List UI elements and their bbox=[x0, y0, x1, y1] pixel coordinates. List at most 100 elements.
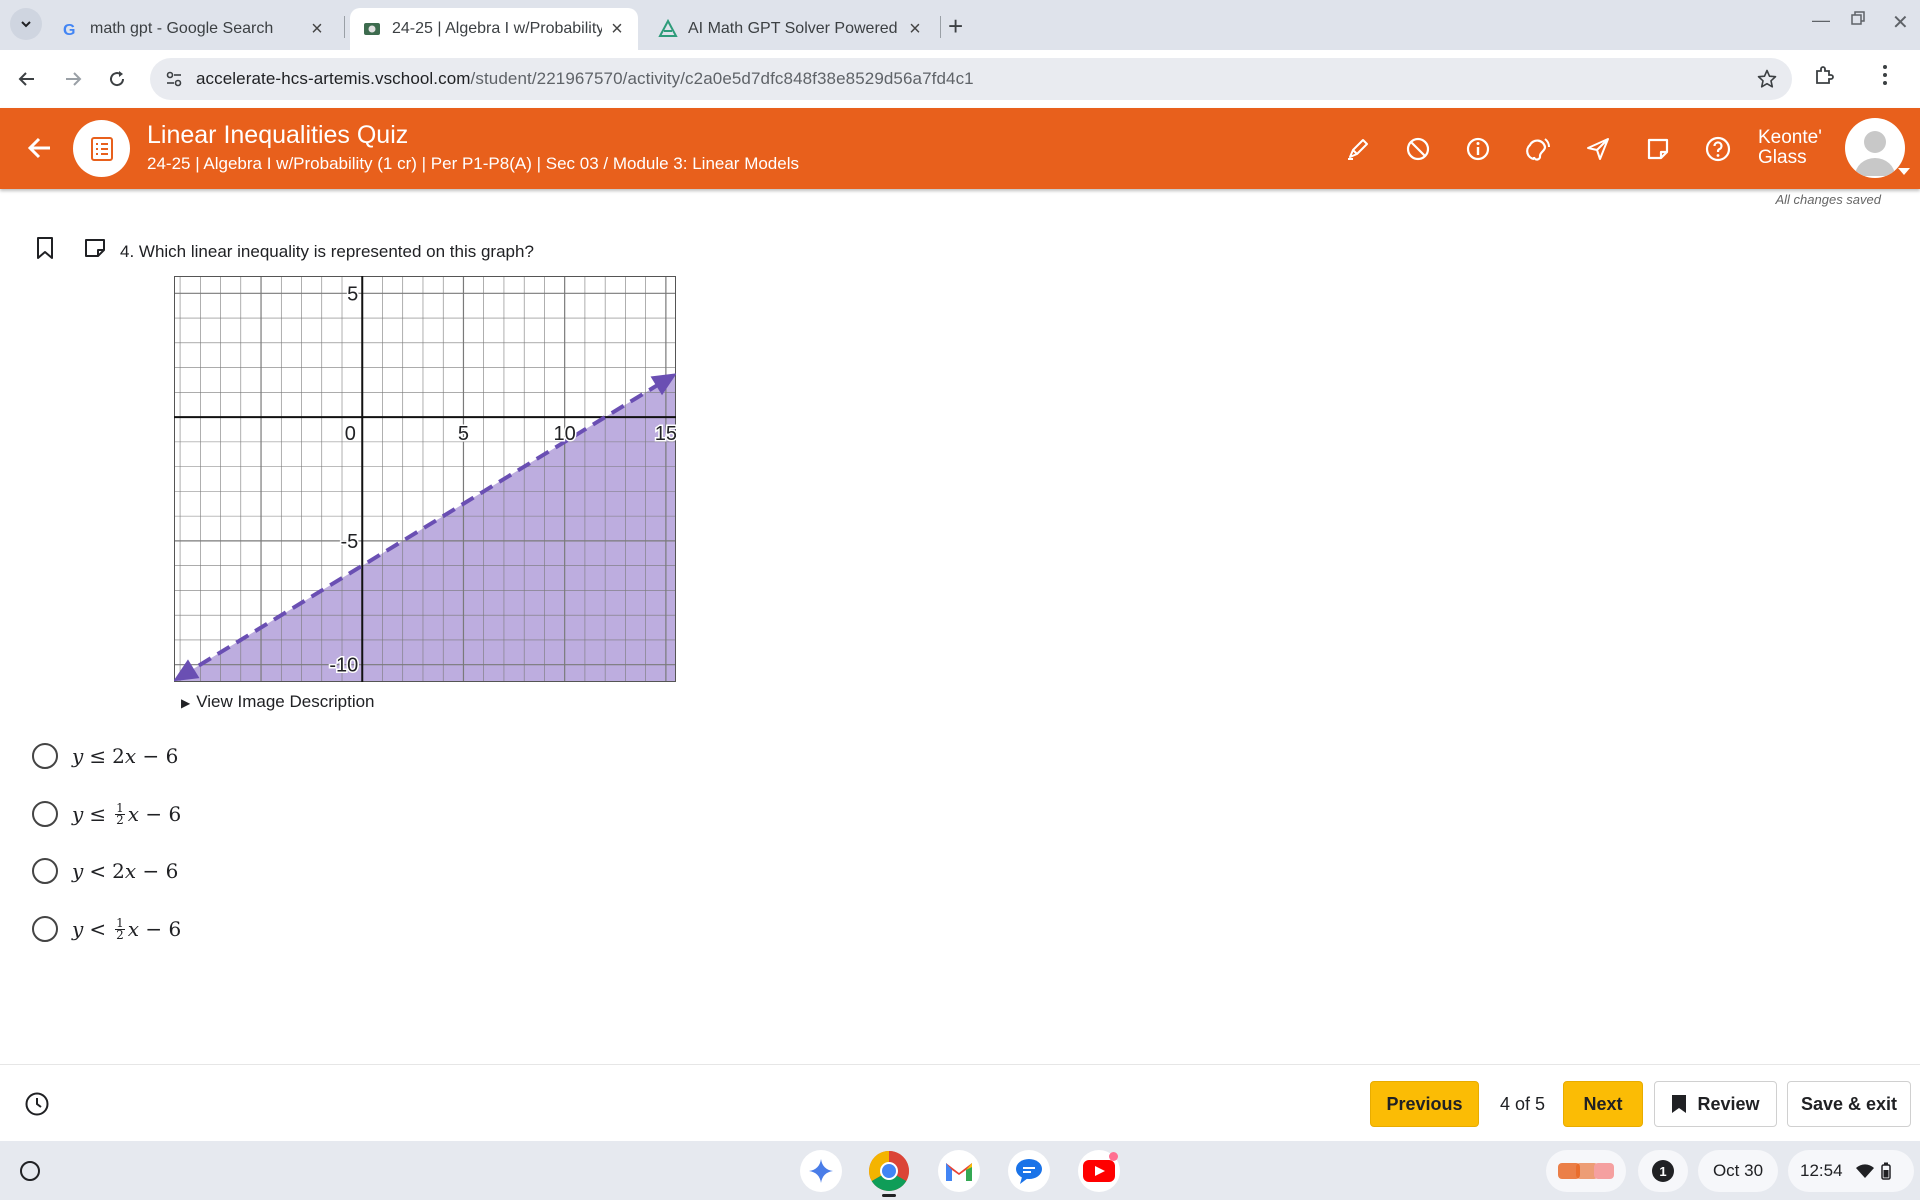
choice-expression: y <1 2 x − 6 bbox=[72, 917, 181, 942]
url-path: /student/221967570/activity/c2a0e5d7dfc8… bbox=[470, 69, 974, 88]
highlighter-icon[interactable] bbox=[1343, 134, 1373, 164]
browser-toolbar: accelerate-hcs-artemis.vschool.com/stude… bbox=[0, 50, 1920, 108]
variable-y: y bbox=[72, 802, 84, 826]
tab-google-search[interactable]: G math gpt - Google Search × bbox=[48, 8, 338, 50]
fraction-denominator: 2 bbox=[116, 812, 124, 827]
school-icon bbox=[362, 19, 382, 39]
close-icon[interactable]: × bbox=[906, 19, 924, 39]
caret-down-icon[interactable] bbox=[1898, 168, 1910, 175]
holding-space-tray[interactable] bbox=[1546, 1150, 1626, 1192]
tab-separator bbox=[344, 16, 345, 38]
close-icon[interactable]: × bbox=[608, 19, 626, 39]
save-status: All changes saved bbox=[1775, 192, 1881, 207]
browser-tab-strip: G math gpt - Google Search × 24-25 | Alg… bbox=[0, 0, 1920, 50]
variable-x: x bbox=[124, 744, 137, 768]
variable-y: y bbox=[72, 859, 84, 883]
user-name[interactable]: Keonte' Glass bbox=[1758, 128, 1822, 168]
tab-title: math gpt - Google Search bbox=[90, 20, 274, 37]
view-image-description-toggle[interactable]: ▶ View Image Description bbox=[181, 692, 375, 712]
chevron-down-icon bbox=[21, 21, 31, 28]
radio-button[interactable] bbox=[32, 801, 58, 827]
tab-algebra-course[interactable]: 24-25 | Algebra I w/Probability ( × bbox=[350, 8, 638, 50]
inequality-operator: ≤ bbox=[89, 802, 107, 826]
site-settings-icon[interactable] bbox=[164, 69, 184, 94]
avatar[interactable] bbox=[1845, 118, 1905, 178]
review-button[interactable]: Review bbox=[1654, 1081, 1777, 1127]
save-and-exit-button[interactable]: Save & exit bbox=[1787, 1081, 1911, 1127]
expression-rest: x − 6 bbox=[124, 744, 179, 768]
inequality-graph: 0 5 10 15 5 -5 -10 bbox=[174, 276, 676, 682]
tab-search-button[interactable] bbox=[10, 8, 42, 40]
more-menu-icon[interactable] bbox=[1882, 64, 1888, 91]
choice-expression: y ≤2 x − 6 bbox=[72, 744, 178, 768]
user-last-name: Glass bbox=[1758, 147, 1807, 168]
arrow-right-icon bbox=[66, 72, 82, 86]
new-tab-button[interactable]: + bbox=[948, 11, 963, 42]
inequality-operator: ≤ bbox=[89, 744, 107, 768]
bookmark-icon[interactable] bbox=[35, 236, 55, 265]
quiz-header: Linear Inequalities Quiz 24-25 | Algebra… bbox=[0, 108, 1920, 189]
messages-app-icon[interactable] bbox=[1008, 1150, 1050, 1192]
choice-expression: y ≤1 2 x − 6 bbox=[72, 802, 182, 827]
variable-y: y bbox=[72, 744, 84, 768]
tab-title: AI Math GPT Solver Powered by bbox=[688, 20, 900, 37]
answer-choice[interactable]: y ≤2 x − 6 bbox=[32, 740, 178, 772]
notepad-icon[interactable] bbox=[1643, 134, 1673, 164]
reload-icon bbox=[110, 71, 125, 87]
extensions-icon[interactable] bbox=[1812, 64, 1836, 93]
wifi-icon bbox=[1855, 1164, 1874, 1178]
restore-icon[interactable] bbox=[1850, 10, 1866, 31]
radio-button[interactable] bbox=[32, 743, 58, 769]
gemini-app-icon[interactable] bbox=[800, 1150, 842, 1192]
back-button[interactable] bbox=[12, 64, 42, 94]
help-icon[interactable] bbox=[1703, 134, 1733, 164]
notification-count: 1 bbox=[1652, 1160, 1674, 1182]
minimize-icon[interactable]: — bbox=[1812, 10, 1830, 31]
variable-y: y bbox=[72, 917, 84, 941]
close-icon[interactable]: × bbox=[308, 19, 326, 39]
expression-rest: x − 6 bbox=[127, 802, 182, 826]
coefficient: 2 bbox=[112, 744, 125, 768]
answer-choice[interactable]: y <2 x − 6 bbox=[32, 855, 178, 887]
back-arrow-icon[interactable] bbox=[24, 132, 56, 169]
note-icon[interactable] bbox=[83, 236, 107, 265]
previous-button[interactable]: Previous bbox=[1370, 1081, 1479, 1127]
image-description-label: View Image Description bbox=[196, 692, 375, 711]
info-icon[interactable] bbox=[1463, 134, 1493, 164]
system-tray[interactable]: 12:54 bbox=[1788, 1150, 1914, 1192]
tab-title: 24-25 | Algebra I w/Probability ( bbox=[392, 20, 602, 37]
course-breadcrumb: 24-25 | Algebra I w/Probability (1 cr) |… bbox=[147, 154, 799, 173]
arrow-left-icon bbox=[18, 72, 34, 86]
youtube-app-icon[interactable] bbox=[1078, 1150, 1120, 1192]
variable-x: x bbox=[124, 859, 137, 883]
x-tick-label: 0 bbox=[345, 423, 356, 445]
os-shelf: 1 Oct 30 12:54 bbox=[0, 1141, 1920, 1200]
tab-ai-math-gpt[interactable]: AI Math GPT Solver Powered by × bbox=[646, 8, 936, 50]
clock-icon[interactable] bbox=[24, 1091, 50, 1122]
forward-button[interactable] bbox=[58, 64, 88, 94]
gmail-app-icon[interactable] bbox=[938, 1150, 980, 1192]
date-tray[interactable]: Oct 30 bbox=[1698, 1150, 1778, 1192]
answer-choice[interactable]: y <1 2 x − 6 bbox=[32, 913, 181, 945]
radio-button[interactable] bbox=[32, 858, 58, 884]
answer-choice[interactable]: y ≤1 2 x − 6 bbox=[32, 798, 181, 830]
bookmark-star-icon[interactable] bbox=[1756, 68, 1778, 95]
close-window-icon[interactable]: ✕ bbox=[1892, 10, 1909, 35]
chrome-app-icon[interactable] bbox=[868, 1150, 910, 1192]
inequality-operator: < bbox=[89, 917, 107, 941]
answer-eliminator-icon[interactable] bbox=[1403, 134, 1433, 164]
coefficient: 2 bbox=[112, 859, 125, 883]
next-button[interactable]: Next bbox=[1563, 1081, 1643, 1127]
url-text: accelerate-hcs-artemis.vschool.com/stude… bbox=[196, 69, 974, 89]
notification-badge bbox=[1109, 1152, 1118, 1161]
y-tick-label: -5 bbox=[340, 531, 358, 553]
radio-button[interactable] bbox=[32, 916, 58, 942]
text-to-speech-icon[interactable] bbox=[1523, 134, 1553, 164]
x-tick-label: 10 bbox=[554, 423, 576, 445]
question-text: 4. Which linear inequality is represente… bbox=[120, 242, 534, 261]
reload-button[interactable] bbox=[102, 64, 132, 94]
address-bar[interactable]: accelerate-hcs-artemis.vschool.com/stude… bbox=[150, 58, 1792, 100]
notification-tray[interactable]: 1 bbox=[1638, 1150, 1688, 1192]
send-icon[interactable] bbox=[1583, 134, 1613, 164]
launcher-icon[interactable] bbox=[20, 1161, 40, 1181]
